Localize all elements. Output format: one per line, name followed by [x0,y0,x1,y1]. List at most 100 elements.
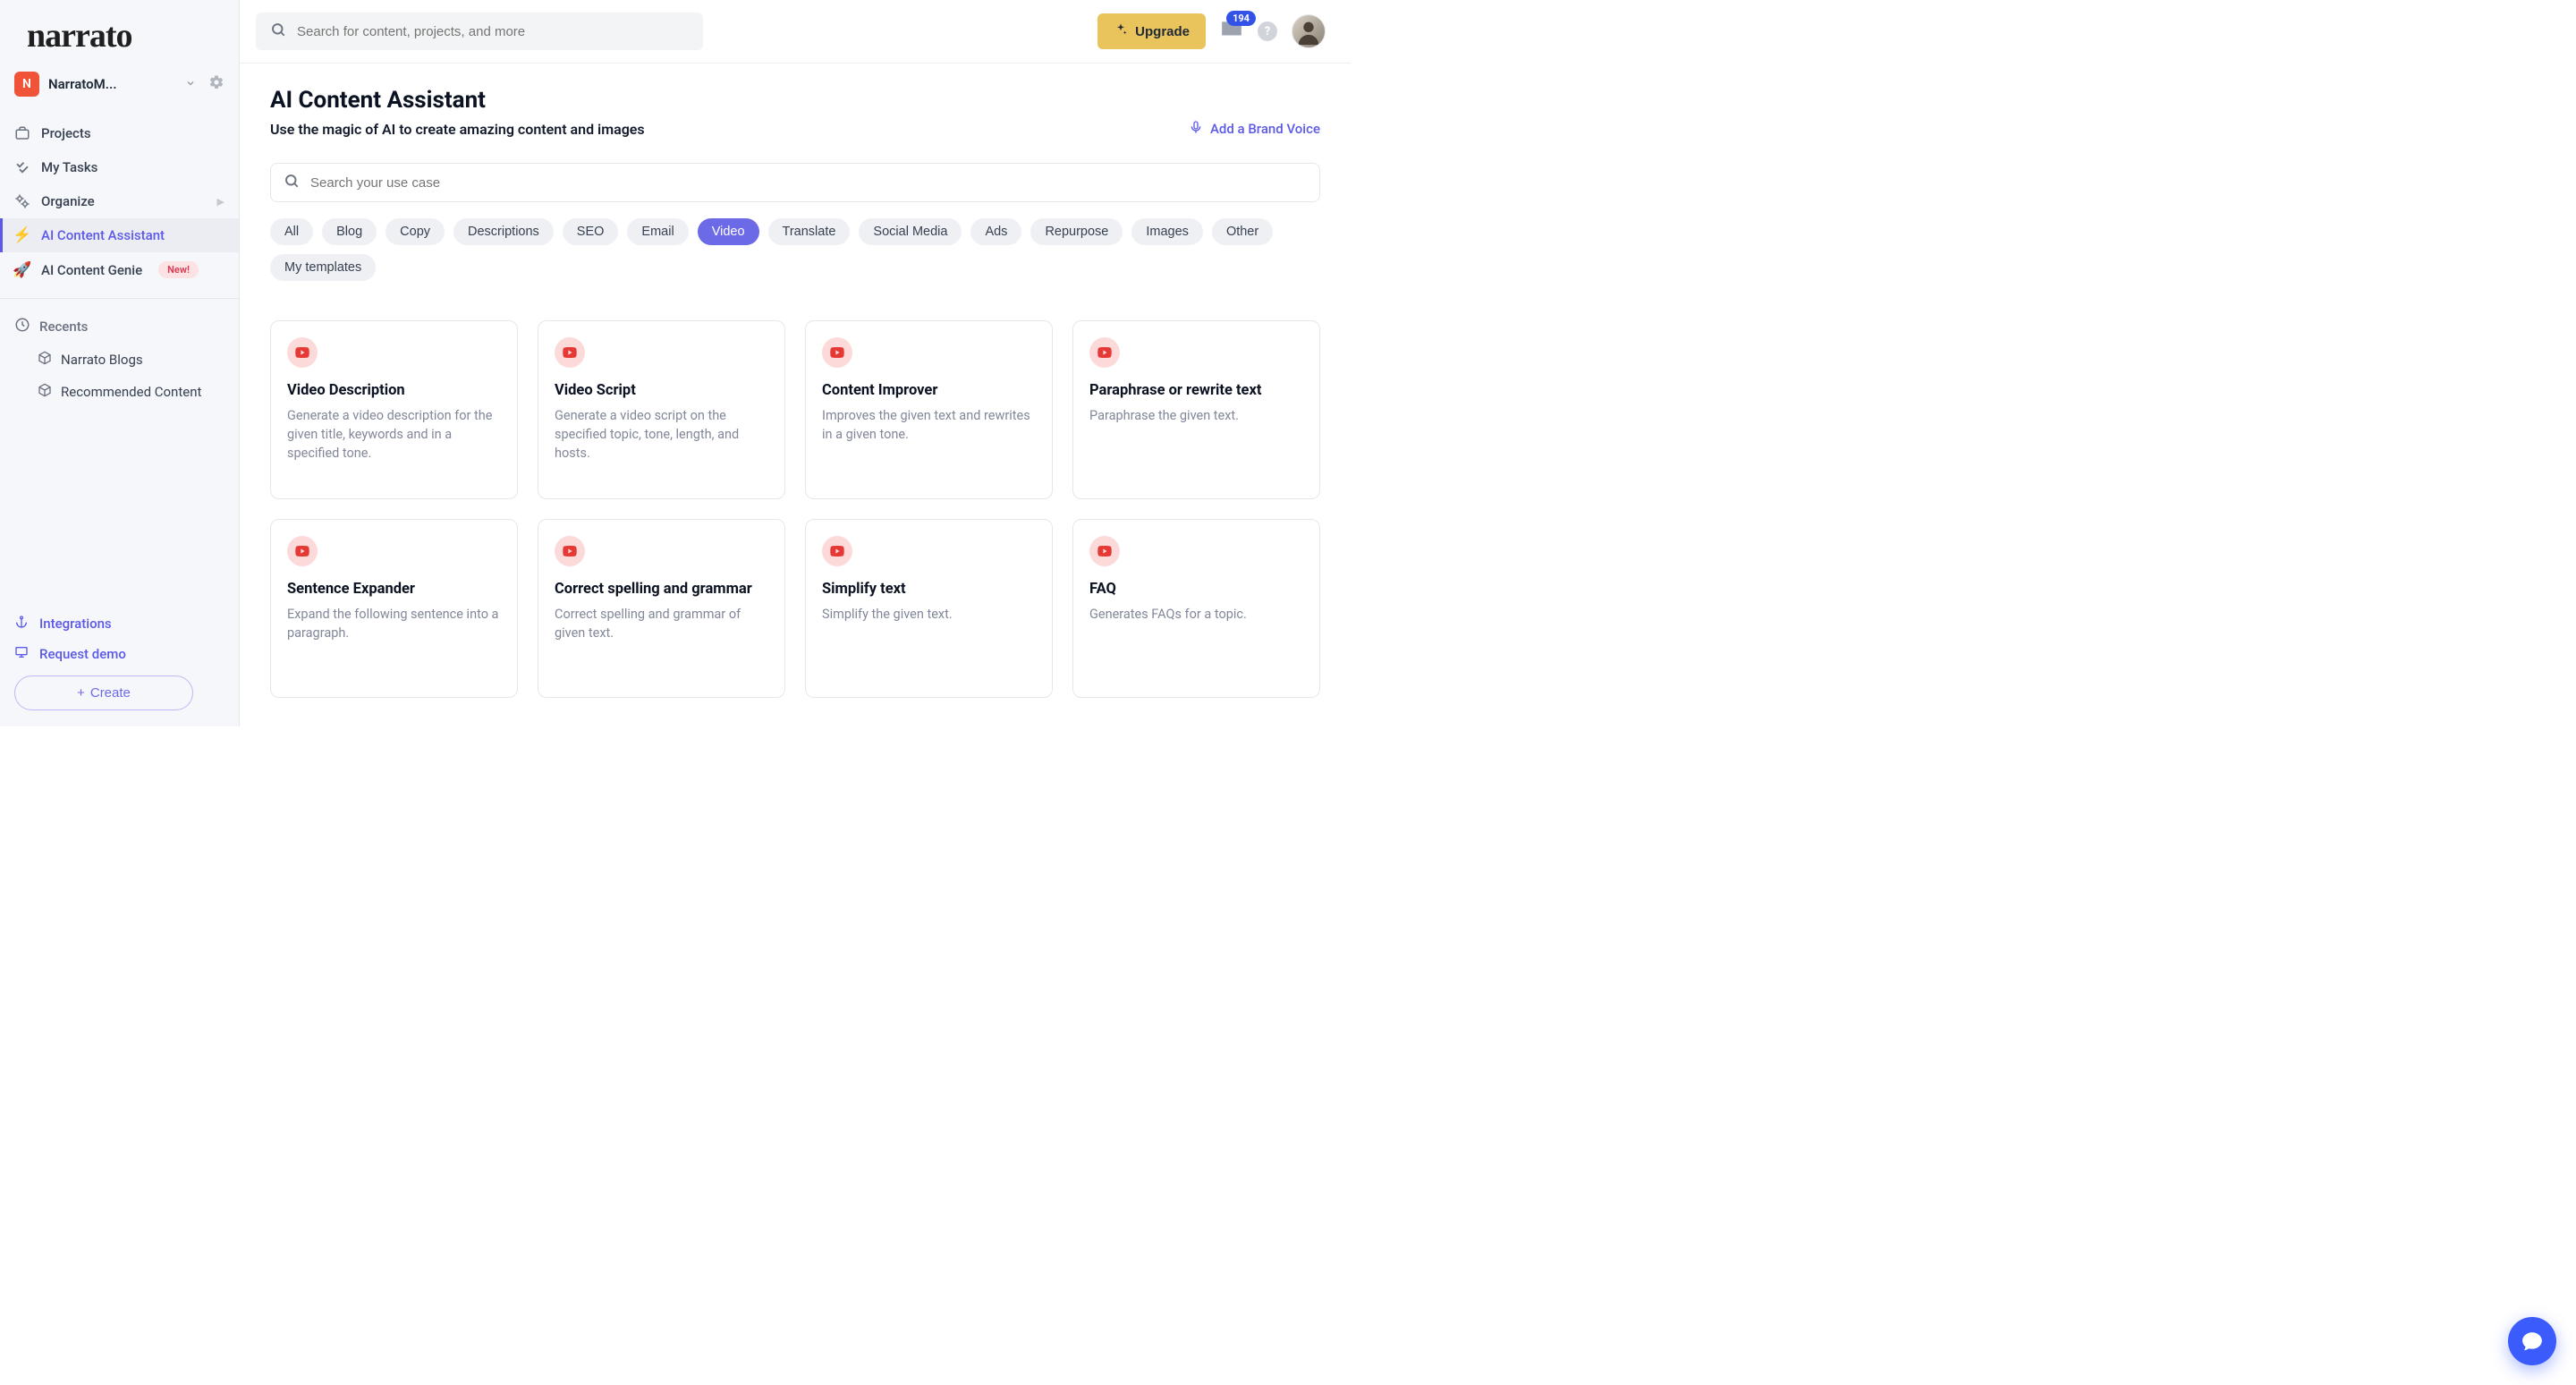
sidebar: narrato N NarratoM... Projects My Tasks Or… [0,0,240,726]
monitor-icon [14,645,29,663]
main-nav: Projects My Tasks Organize ▶ ⚡ AI Content Ass… [0,116,239,287]
template-card[interactable]: Video Script Generate a video script on t… [538,320,785,499]
video-icon [1089,536,1120,566]
template-card[interactable]: Paraphrase or rewrite text Paraphrase the… [1072,320,1320,499]
help-icon[interactable]: ? [1258,21,1277,41]
filter-chip-translate[interactable]: Translate [768,218,851,245]
cube-icon [38,351,52,369]
clock-icon [14,317,30,336]
sparkle-icon [1114,22,1128,40]
video-icon [555,536,585,566]
filter-chip-images[interactable]: Images [1131,218,1203,245]
card-title: Content Improver [822,382,1036,399]
filter-chip-social-media[interactable]: Social Media [859,218,962,245]
main: Upgrade 194 ? AI Content Assistant Use t… [240,0,1351,726]
check-icon [14,159,30,175]
notification-count: 194 [1226,11,1256,26]
recents-item-label: Recommended Content [61,384,201,400]
new-badge: New! [158,261,199,278]
page-title: AI Content Assistant [270,87,645,114]
sidebar-item-label: AI Content Genie [41,262,142,278]
integrations-link[interactable]: Integrations [14,615,225,633]
card-description: Improves the given text and rewrites in … [822,406,1036,444]
notifications[interactable]: 194 [1220,18,1243,45]
chevron-down-icon [185,78,196,91]
filter-chip-video[interactable]: Video [698,218,759,245]
workspace-name: NarratoM... [48,76,176,92]
card-title: FAQ [1089,581,1303,598]
video-icon [287,536,318,566]
sidebar-item-label: My Tasks [41,159,97,175]
template-card[interactable]: Content Improver Improves the given text … [805,320,1053,499]
sidebar-item-my-tasks[interactable]: My Tasks [0,150,239,184]
video-icon [555,337,585,368]
card-description: Generates FAQs for a topic. [1089,605,1303,624]
recents-header: Recents [0,310,239,344]
upgrade-button[interactable]: Upgrade [1097,13,1206,49]
filter-chip-descriptions[interactable]: Descriptions [453,218,554,245]
global-search[interactable] [256,13,703,50]
recents-item[interactable]: Recommended Content [0,376,239,408]
filter-chip-all[interactable]: All [270,218,313,245]
template-card[interactable]: Sentence Expander Expand the following se… [270,519,518,698]
bolt-icon: ⚡ [14,227,30,243]
logo[interactable]: narrato [0,0,239,64]
briefcase-icon [14,125,30,141]
card-title: Simplify text [822,581,1036,598]
usecase-search[interactable] [270,163,1320,202]
card-description: Paraphrase the given text. [1089,406,1303,425]
card-description: Correct spelling and grammar of given te… [555,605,768,642]
filter-chip-repurpose[interactable]: Repurpose [1030,218,1123,245]
sidebar-item-label: AI Content Assistant [41,227,165,243]
filter-chip-my-templates[interactable]: My templates [270,254,376,281]
sidebar-item-projects[interactable]: Projects [0,116,239,150]
recents-item[interactable]: Narrato Blogs [0,344,239,376]
card-title: Paraphrase or rewrite text [1089,382,1303,399]
template-card[interactable]: Correct spelling and grammarCorrect spel… [538,519,785,698]
chevron-right-icon: ▶ [217,196,225,208]
chat-fab[interactable] [2508,1317,2556,1365]
workspace-switcher[interactable]: N NarratoM... [0,64,239,104]
filter-chip-other[interactable]: Other [1212,218,1273,245]
video-icon [822,536,852,566]
card-description: Generate a video description for the giv… [287,406,501,463]
usecase-search-input[interactable] [310,175,1307,191]
gear-icon[interactable] [208,74,225,94]
filter-chip-ads[interactable]: Ads [970,218,1021,245]
global-search-input[interactable] [297,24,689,39]
create-button[interactable]: + Create [14,676,193,710]
sidebar-item-ai-content-genie[interactable]: 🚀 AI Content Genie New! [0,252,239,287]
card-title: Sentence Expander [287,581,501,598]
sidebar-bottom: Integrations Request demo + Create [0,604,239,726]
content: AI Content Assistant Use the magic of AI… [240,64,1351,726]
template-card[interactable]: FAQ Generates FAQs for a topic. [1072,519,1320,698]
recents-list: Narrato Blogs Recommended Content [0,344,239,408]
search-icon [284,173,300,192]
anchor-icon [14,615,29,633]
topbar: Upgrade 194 ? [240,0,1351,64]
avatar[interactable] [1292,14,1326,48]
card-description: Simplify the given text. [822,605,1036,624]
filter-chips: All Blog Copy Descriptions SEO Email Video Tran… [270,218,1320,281]
card-title: Video Script [555,382,768,399]
request-demo-link[interactable]: Request demo [14,645,225,663]
card-grid: Video DescriptionGenerate a video descri… [270,320,1320,698]
sidebar-item-organize[interactable]: Organize ▶ [0,184,239,218]
recents-item-label: Narrato Blogs [61,352,143,368]
rocket-icon: 🚀 [14,262,30,278]
card-description: Expand the following sentence into a par… [287,605,501,642]
mic-icon [1189,120,1203,138]
template-card[interactable]: Simplify text Simplify the given text. [805,519,1053,698]
filter-chip-blog[interactable]: Blog [322,218,377,245]
filter-chip-seo[interactable]: SEO [563,218,619,245]
filter-chip-copy[interactable]: Copy [386,218,445,245]
filter-chip-email[interactable]: Email [627,218,688,245]
add-brand-voice-button[interactable]: Add a Brand Voice [1189,120,1320,138]
template-card[interactable]: Video DescriptionGenerate a video descri… [270,320,518,499]
plus-icon: + [77,685,85,701]
sidebar-item-label: Projects [41,125,91,141]
card-description: Generate a video script on the specified… [555,406,768,463]
sidebar-item-label: Organize [41,193,95,209]
page-subtitle: Use the magic of AI to create amazing co… [270,121,645,138]
sidebar-item-ai-content-assistant[interactable]: ⚡ AI Content Assistant [0,218,239,252]
